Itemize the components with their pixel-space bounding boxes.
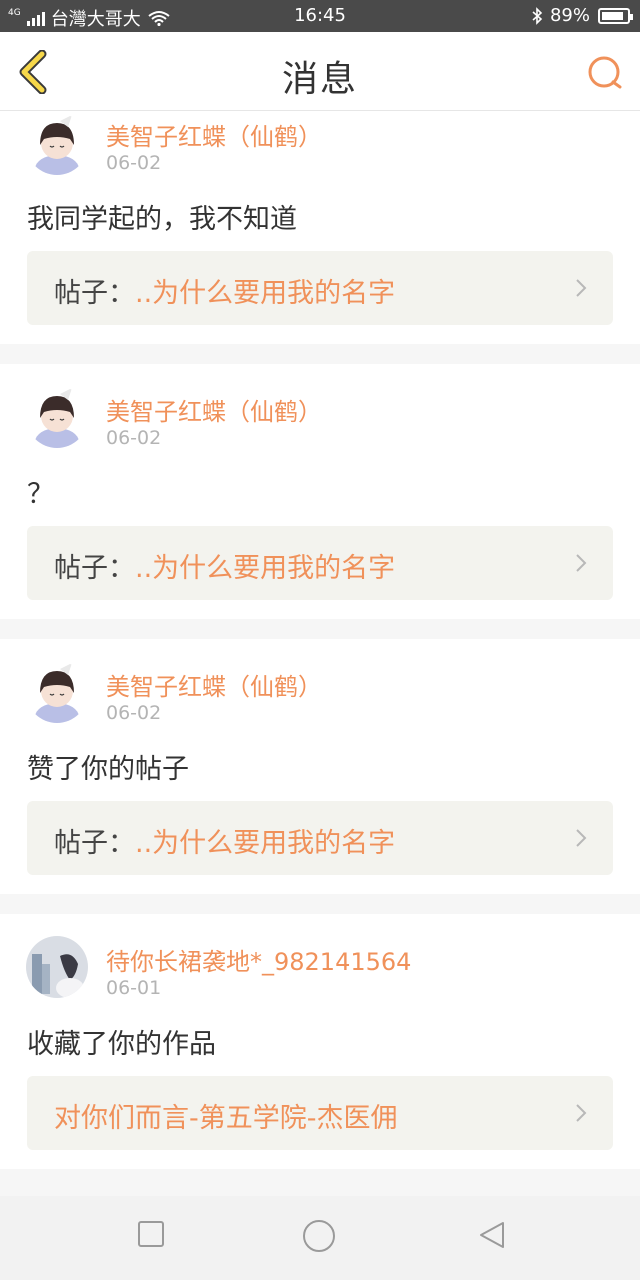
post-title: ..为什么要用我的名字	[135, 553, 396, 584]
username[interactable]: 美智子红蝶（仙鹤）	[106, 667, 322, 702]
message-date: 06-02	[106, 427, 162, 449]
message-date: 06-02	[106, 702, 162, 724]
message-card: 美智子红蝶（仙鹤） 06-02 我同学起的，我不知道 帖子：..为什么要用我的名…	[0, 111, 640, 344]
post-prefix: 帖子：	[54, 553, 135, 584]
page-title: 消息	[281, 59, 358, 100]
post-prefix: 帖子：	[54, 828, 135, 859]
post-link[interactable]: 帖子：..为什么要用我的名字	[27, 251, 613, 325]
message-date: 06-02	[106, 152, 162, 174]
username[interactable]: 美智子红蝶（仙鹤）	[106, 392, 322, 427]
message-list: 美智子红蝶（仙鹤） 06-02 我同学起的，我不知道 帖子：..为什么要用我的名…	[0, 111, 640, 1189]
avatar[interactable]	[26, 386, 88, 448]
message-card: 待你长裙袭地*_982141564 06-01 收藏了你的作品 对你们而言-第五…	[0, 914, 640, 1169]
bluetooth-icon	[532, 6, 543, 25]
header-bar: 消息	[0, 32, 640, 111]
username[interactable]: 美智子红蝶（仙鹤）	[106, 117, 322, 152]
recent-apps-icon[interactable]	[137, 1220, 165, 1248]
chevron-right-icon	[576, 829, 587, 847]
post-title: 对你们而言-第五学院-杰医佣	[54, 1103, 398, 1134]
post-title: ..为什么要用我的名字	[135, 278, 396, 309]
message-card: 美智子红蝶（仙鹤） 06-02 ？ 帖子：..为什么要用我的名字	[0, 364, 640, 619]
message-date: 06-01	[106, 977, 162, 999]
post-prefix: 帖子：	[54, 278, 135, 309]
chevron-right-icon	[576, 279, 587, 297]
back-triangle-icon[interactable]	[477, 1220, 507, 1250]
home-icon[interactable]	[302, 1219, 336, 1253]
chevron-right-icon	[576, 554, 587, 572]
avatar[interactable]	[26, 113, 88, 175]
message-text: ？	[27, 479, 54, 510]
post-link[interactable]: 帖子：..为什么要用我的名字	[27, 801, 613, 875]
post-link[interactable]: 对你们而言-第五学院-杰医佣	[27, 1076, 613, 1150]
system-nav-bar	[0, 1196, 640, 1280]
search-icon[interactable]	[586, 54, 624, 92]
post-link[interactable]: 帖子：..为什么要用我的名字	[27, 526, 613, 600]
message-text: 我同学起的，我不知道	[27, 204, 297, 235]
chevron-right-icon	[576, 1104, 587, 1122]
battery-percent: 89%	[549, 5, 590, 26]
message-text: 赞了你的帖子	[27, 754, 189, 785]
username[interactable]: 待你长裙袭地*_982141564	[106, 942, 411, 977]
avatar[interactable]	[26, 936, 88, 998]
battery-icon	[598, 7, 633, 24]
message-text: 收藏了你的作品	[27, 1029, 216, 1060]
message-card: 美智子红蝶（仙鹤） 06-02 赞了你的帖子 帖子：..为什么要用我的名字	[0, 639, 640, 894]
status-bar: 4G 台灣大哥大 16:45 89%	[0, 0, 640, 32]
avatar[interactable]	[26, 661, 88, 723]
post-title: ..为什么要用我的名字	[135, 828, 396, 859]
